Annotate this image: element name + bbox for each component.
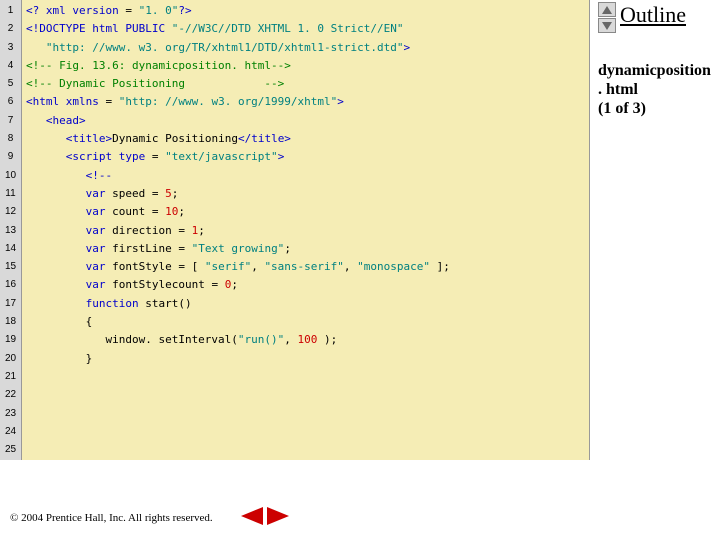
- code-line: <!-- Dynamic Positioning -->: [26, 75, 585, 93]
- caption-line-2: . html: [598, 80, 712, 99]
- code-line: var firstLine = "Text growing";: [26, 240, 585, 258]
- code-line: function start(): [26, 295, 585, 313]
- code-line: <title>Dynamic Positioning</title>: [26, 130, 585, 148]
- code-line: <script type = "text/javascript">: [26, 148, 585, 166]
- code-line: window. setInterval("run()", 100 );: [26, 331, 585, 349]
- code-line: <? xml version = "1. 0"?>: [26, 2, 585, 20]
- code-line: {: [26, 313, 585, 331]
- code-line: <!--: [26, 167, 585, 185]
- code-line: var fontStyle = [ "serif", "sans-serif",…: [26, 258, 585, 276]
- line-number: 3: [0, 39, 21, 57]
- line-number: 2: [0, 20, 21, 38]
- code-area: 1234567891011121314151617181920212223242…: [0, 0, 590, 460]
- code-line: "http: //www. w3. org/TR/xhtml1/DTD/xhtm…: [26, 39, 585, 57]
- line-number: 22: [0, 386, 21, 404]
- caption-line-1: dynamicposition: [598, 61, 712, 80]
- line-number: 17: [0, 295, 21, 313]
- code-line: }: [26, 350, 585, 368]
- line-number: 6: [0, 93, 21, 111]
- line-number: 24: [0, 423, 21, 441]
- line-number: 4: [0, 57, 21, 75]
- line-number: 13: [0, 222, 21, 240]
- line-number: 23: [0, 405, 21, 423]
- line-number: 25: [0, 441, 21, 459]
- line-number: 15: [0, 258, 21, 276]
- line-number: 20: [0, 350, 21, 368]
- line-number: 10: [0, 167, 21, 185]
- line-number: 11: [0, 185, 21, 203]
- slide-caption: dynamicposition . html (1 of 3): [598, 61, 712, 119]
- copyright-text: © 2004 Prentice Hall, Inc. All rights re…: [10, 512, 213, 524]
- code-line: <!-- Fig. 13.6: dynamicposition. html-->: [26, 57, 585, 75]
- code-line: var direction = 1;: [26, 222, 585, 240]
- next-slide-button[interactable]: [266, 506, 290, 526]
- line-number: 12: [0, 203, 21, 221]
- code-line: var count = 10;: [26, 203, 585, 221]
- line-number: 5: [0, 75, 21, 93]
- line-number: 21: [0, 368, 21, 386]
- code-line: var fontStylecount = 0;: [26, 276, 585, 294]
- prev-slide-button[interactable]: [240, 506, 264, 526]
- caption-line-3: (1 of 3): [598, 99, 712, 118]
- sidebar: Outline dynamicposition . html (1 of 3): [590, 0, 720, 460]
- line-number: 14: [0, 240, 21, 258]
- outline-down-button[interactable]: [598, 18, 616, 33]
- code-line: <!DOCTYPE html PUBLIC "-//W3C//DTD XHTML…: [26, 20, 585, 38]
- line-number: 16: [0, 276, 21, 294]
- code-content: <? xml version = "1. 0"?><!DOCTYPE html …: [22, 0, 589, 460]
- line-gutter: 1234567891011121314151617181920212223242…: [0, 0, 22, 460]
- line-number: 8: [0, 130, 21, 148]
- code-line: <head>: [26, 112, 585, 130]
- line-number: 7: [0, 112, 21, 130]
- outline-title: Outline: [620, 2, 686, 28]
- code-line: var speed = 5;: [26, 185, 585, 203]
- line-number: 19: [0, 331, 21, 349]
- code-line: <html xmlns = "http: //www. w3. org/1999…: [26, 93, 585, 111]
- line-number: 18: [0, 313, 21, 331]
- line-number: 9: [0, 148, 21, 166]
- footer: © 2004 Prentice Hall, Inc. All rights re…: [10, 512, 213, 524]
- line-number: 1: [0, 2, 21, 20]
- outline-up-button[interactable]: [598, 2, 616, 17]
